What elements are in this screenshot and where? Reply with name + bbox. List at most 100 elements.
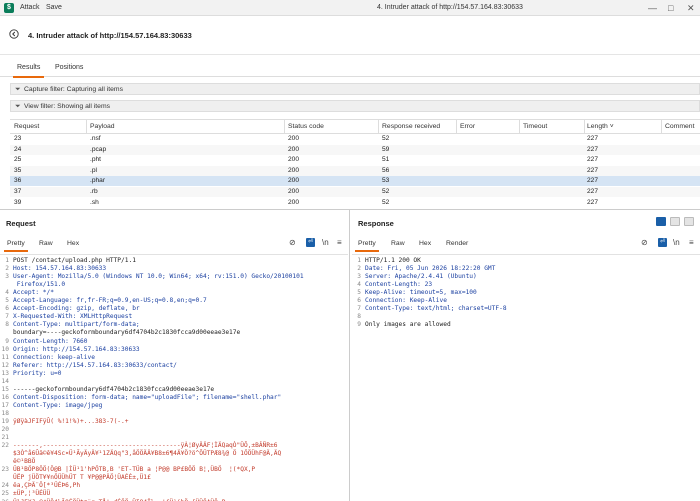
line-number: 11 bbox=[1, 353, 9, 361]
tab-results[interactable]: Results bbox=[12, 64, 45, 78]
column-divider[interactable] bbox=[661, 120, 662, 133]
code-text: Firefox/151.0 bbox=[13, 281, 66, 289]
app-logo-icon: $ bbox=[4, 3, 14, 13]
close-icon[interactable]: ✕ bbox=[687, 3, 695, 13]
request-tab-hex[interactable]: Hex bbox=[67, 240, 79, 247]
line-number: 22 bbox=[1, 442, 9, 450]
request-tab-raw[interactable]: Raw bbox=[39, 240, 53, 247]
col-timeout[interactable]: Timeout bbox=[523, 121, 547, 133]
maximize-icon[interactable]: □ bbox=[668, 3, 673, 13]
request-tab-pretty[interactable]: Pretty bbox=[4, 240, 28, 252]
line-number: 14 bbox=[1, 377, 9, 385]
column-divider[interactable] bbox=[519, 120, 520, 133]
table-row[interactable]: 35 .pl 200 56 227 bbox=[10, 165, 700, 176]
col-length[interactable]: Length ˅ bbox=[587, 121, 614, 133]
table-cell: .pcap bbox=[90, 145, 107, 153]
code-text: Referer: http://154.57.164.83:30633/cont… bbox=[13, 361, 177, 369]
hide-eye-icon[interactable]: ⊘ bbox=[641, 238, 648, 248]
code-text: ------geckoformboundary6df4704b2c1830fcc… bbox=[13, 385, 215, 393]
table-cell: 200 bbox=[288, 198, 300, 206]
table-cell: 227 bbox=[587, 145, 599, 153]
table-cell: .rb bbox=[90, 188, 98, 195]
table-row[interactable]: 25 .pht 200 51 227 bbox=[10, 155, 700, 165]
table-cell: 227 bbox=[587, 166, 599, 174]
response-tab-render[interactable]: Render bbox=[446, 240, 468, 247]
code-text: X-Requested-With: XMLHttpRequest bbox=[13, 313, 133, 321]
table-row[interactable]: 37 .rb 200 52 227 bbox=[10, 187, 700, 197]
response-tab-hex[interactable]: Hex bbox=[419, 240, 431, 247]
wrap-lines-icon[interactable]: ⏎ bbox=[306, 238, 315, 247]
table-cell: 53 bbox=[382, 177, 390, 185]
newline-toggle-icon[interactable]: \n bbox=[322, 238, 329, 248]
horizontal-splitter[interactable] bbox=[0, 209, 700, 210]
tab-positions[interactable]: Positions bbox=[55, 64, 83, 71]
col-comment[interactable]: Comment bbox=[665, 121, 694, 133]
line-number: 2 bbox=[357, 265, 361, 273]
col-response-received[interactable]: Response received bbox=[382, 121, 440, 133]
request-menu-icon[interactable]: ≡ bbox=[337, 238, 342, 248]
menu-save[interactable]: Save bbox=[46, 4, 62, 11]
table-cell: 200 bbox=[288, 156, 300, 164]
line-number: 21 bbox=[1, 434, 9, 442]
table-row[interactable]: 23 .nsf 200 52 227 bbox=[10, 134, 700, 144]
capture-filter-label: Capture filter: Capturing all items bbox=[24, 86, 123, 93]
col-payload[interactable]: Payload bbox=[90, 121, 115, 133]
line-number: 6 bbox=[357, 297, 361, 305]
table-cell: 227 bbox=[587, 198, 599, 206]
capture-filter-bar[interactable]: ⏷ Capture filter: Capturing all items bbox=[10, 83, 700, 95]
col-status-code[interactable]: Status code bbox=[288, 121, 324, 133]
response-tab-raw[interactable]: Raw bbox=[391, 240, 405, 247]
window-title: 4. Intruder attack of http://154.57.164.… bbox=[377, 4, 523, 11]
column-divider[interactable] bbox=[584, 120, 585, 133]
line-number: 15 bbox=[1, 385, 9, 393]
table-cell: .sh bbox=[90, 198, 99, 206]
code-text: Content-Type: text/html; charset=UTF-8 bbox=[365, 305, 507, 313]
table-row[interactable]: 24 .pcap 200 59 227 bbox=[10, 144, 700, 155]
line-number: 9 bbox=[357, 321, 361, 329]
vertical-splitter[interactable] bbox=[349, 210, 350, 501]
response-editor[interactable]: 1 HTTP/1.1 200 OK 2 Date: Fri, 05 Jun 2026 … bbox=[352, 254, 700, 501]
code-text: ÿØÿàJFIFÿÛ( %!1!%)+...383-7(-.+ bbox=[13, 418, 129, 425]
table-row[interactable]: 39 .sh 200 52 227 bbox=[10, 198, 700, 208]
layout-side-by-side-icon[interactable] bbox=[656, 217, 666, 226]
menu-attack[interactable]: Attack bbox=[20, 4, 39, 11]
table-cell: 200 bbox=[288, 177, 300, 185]
wrap-lines-icon[interactable]: ⏎ bbox=[658, 238, 667, 247]
code-text: Content-Type: image/jpeg bbox=[13, 401, 103, 409]
line-number: 17 bbox=[1, 401, 9, 409]
line-number: 10 bbox=[1, 345, 9, 353]
layout-tabs-icon[interactable] bbox=[684, 217, 694, 226]
line-number: 16 bbox=[1, 393, 9, 401]
table-header: Request Payload Status code Response rec… bbox=[10, 120, 700, 134]
table-cell: 59 bbox=[382, 145, 390, 153]
column-divider[interactable] bbox=[378, 120, 379, 133]
table-cell: 35 bbox=[14, 166, 22, 174]
request-panel-title: Request bbox=[6, 219, 36, 228]
table-row[interactable]: 36 .phar 200 53 227 bbox=[10, 176, 700, 187]
line-number: 2 bbox=[5, 265, 9, 273]
response-tab-pretty[interactable]: Pretty bbox=[355, 240, 379, 252]
line-number: 20 bbox=[1, 426, 9, 434]
table-cell: .pl bbox=[90, 166, 97, 174]
column-divider[interactable] bbox=[284, 120, 285, 133]
response-menu-icon[interactable]: ≡ bbox=[689, 238, 694, 248]
response-panel-title: Response bbox=[358, 219, 394, 228]
table-cell: 52 bbox=[382, 135, 390, 142]
line-number: 4 bbox=[357, 281, 361, 289]
code-text: Accept: */* bbox=[13, 289, 54, 297]
table-cell: 227 bbox=[587, 188, 599, 195]
minimize-icon[interactable]: — bbox=[648, 3, 657, 13]
column-divider[interactable] bbox=[456, 120, 457, 133]
request-editor[interactable]: 1 POST /contact/upload.php HTTP/1.1 2 Host:… bbox=[0, 254, 348, 501]
table-cell: 200 bbox=[288, 135, 300, 142]
back-arrow-icon[interactable] bbox=[9, 29, 19, 42]
view-filter-bar[interactable]: ⏷ View filter: Showing all items bbox=[10, 100, 700, 112]
col-request[interactable]: Request bbox=[14, 121, 39, 133]
attack-title: 4. Intruder attack of http://154.57.164.… bbox=[28, 31, 192, 40]
hide-eye-icon[interactable]: ⊘ bbox=[289, 238, 296, 248]
col-error[interactable]: Error bbox=[460, 121, 475, 133]
column-divider[interactable] bbox=[86, 120, 87, 133]
newline-toggle-icon[interactable]: \n bbox=[673, 238, 680, 248]
layout-stacked-icon[interactable] bbox=[670, 217, 680, 226]
sort-desc-icon: ˅ bbox=[609, 123, 614, 130]
